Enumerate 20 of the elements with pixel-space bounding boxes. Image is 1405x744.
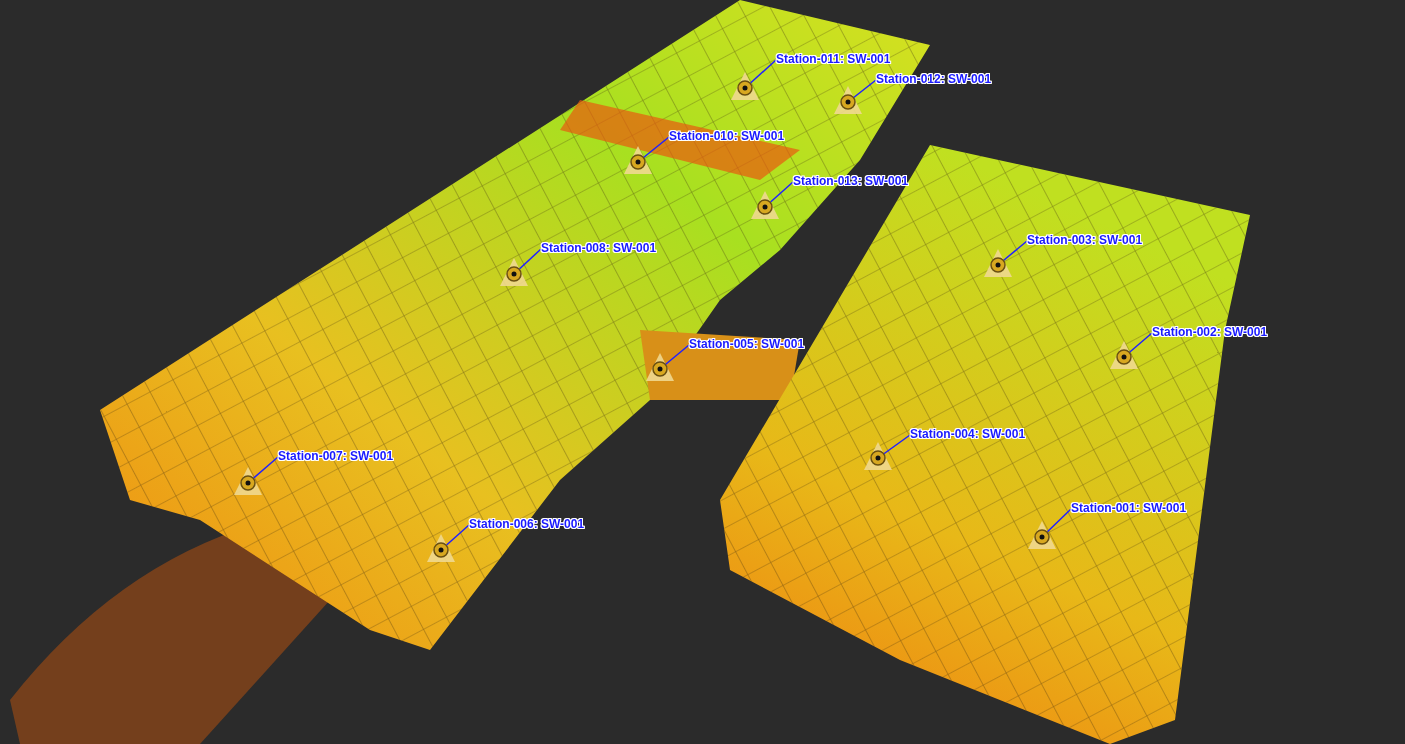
station-marker-icon bbox=[751, 191, 779, 219]
station-marker-icon bbox=[864, 442, 892, 470]
station-label: Station-010: SW-001 bbox=[669, 129, 785, 144]
station-label: Station-004: SW-001 bbox=[910, 427, 1026, 442]
station-marker-icon bbox=[624, 146, 652, 174]
station-label: Station-003: SW-001 bbox=[1027, 233, 1143, 248]
station-label: Station-008: SW-001 bbox=[541, 241, 657, 256]
station-label: Station-007: SW-001 bbox=[278, 449, 394, 464]
station-marker-icon bbox=[646, 353, 674, 381]
station-marker-icon bbox=[234, 467, 262, 495]
station-marker-icon bbox=[1110, 341, 1138, 369]
station-marker-icon bbox=[731, 72, 759, 100]
station-label: Station-002: SW-001 bbox=[1152, 325, 1268, 340]
station-label: Station-011: SW-001 bbox=[776, 52, 891, 67]
station-marker-icon bbox=[1028, 521, 1056, 549]
station-marker-icon bbox=[500, 258, 528, 286]
station-marker-icon bbox=[984, 249, 1012, 277]
station-label: Station-001: SW-001 bbox=[1071, 501, 1187, 516]
station-marker-icon bbox=[427, 534, 455, 562]
station-marker-icon bbox=[834, 86, 862, 114]
